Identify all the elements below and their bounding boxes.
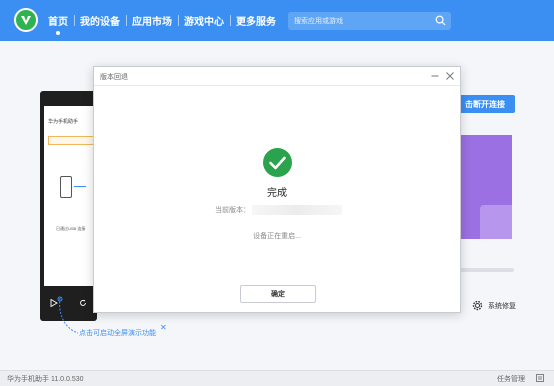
active-indicator <box>56 31 60 35</box>
ok-label: 确定 <box>271 291 285 298</box>
version-text: 华为手机助手 11.0.0.530 <box>7 376 84 383</box>
hint-close-icon[interactable]: ✕ <box>160 323 167 332</box>
leaf-logo-icon <box>21 16 31 25</box>
phone-arrow <box>74 186 86 187</box>
current-version-value <box>252 205 342 215</box>
nav-game-center[interactable]: 游戏中心 <box>178 0 230 41</box>
phone-brand-text: 华为手机助手 <box>48 119 79 125</box>
dialog-titlebar: 版本回退 <box>94 67 460 86</box>
system-repair-button[interactable]: 系统修复 <box>472 300 516 311</box>
task-manager-icon[interactable] <box>536 374 544 382</box>
nav-home-label: 首页 <box>48 17 68 28</box>
task-manager-link[interactable]: 任务管理 <box>497 374 525 384</box>
promo-card-graphic <box>480 205 512 239</box>
success-check-icon <box>263 148 292 177</box>
dialog-title: 版本回退 <box>100 74 128 81</box>
phone-connection-text: 已通过USB 连接 <box>56 226 86 231</box>
nav-my-devices[interactable]: 我的设备 <box>74 0 126 41</box>
hint-text: 点击可启动全屏演示功能 <box>79 330 156 337</box>
main-nav: 首页 我的设备 应用市场 游戏中心 更多服务 <box>42 0 282 41</box>
promo-card[interactable] <box>460 135 512 239</box>
nav-home[interactable]: 首页 <box>42 0 74 41</box>
top-bar: 首页 我的设备 应用市场 游戏中心 更多服务 搜索应用或游戏 <box>0 0 554 41</box>
gear-icon <box>472 300 483 311</box>
nav-app-market[interactable]: 应用市场 <box>126 0 178 41</box>
version-rollback-dialog: 版本回退 完成 当前版本： 设备正在重启... 确定 <box>93 66 461 313</box>
phone-screen: 华为手机助手 已通过USB 连接 <box>44 106 97 286</box>
search-placeholder: 搜索应用或游戏 <box>294 18 343 25</box>
search-icon[interactable] <box>435 15 446 26</box>
nav-game-center-label: 游戏中心 <box>184 17 224 28</box>
nav-app-market-label: 应用市场 <box>132 17 172 28</box>
current-version-label: 当前版本： <box>215 207 250 214</box>
nav-more-services-label: 更多服务 <box>236 17 276 28</box>
search-input[interactable]: 搜索应用或游戏 <box>288 12 451 30</box>
status-title: 完成 <box>267 188 287 199</box>
nav-more-services[interactable]: 更多服务 <box>230 0 282 41</box>
nav-my-devices-label: 我的设备 <box>80 17 120 28</box>
system-repair-label: 系统修复 <box>488 302 516 310</box>
status-bar: 华为手机助手 11.0.0.530 任务管理 <box>0 370 554 386</box>
ok-button[interactable]: 确定 <box>240 285 316 303</box>
phone-warning-banner <box>48 136 96 145</box>
disconnect-label: 击断开连接 <box>465 99 505 109</box>
minimize-icon[interactable] <box>429 70 441 82</box>
app-logo[interactable] <box>14 8 38 32</box>
progress-bar <box>460 268 514 272</box>
phone-device-illustration <box>60 176 72 198</box>
restarting-text: 设备正在重启... <box>253 233 301 240</box>
disconnect-button[interactable]: 击断开连接 <box>455 95 515 113</box>
phone-preview: 华为手机助手 已通过USB 连接 <box>40 91 97 321</box>
close-icon[interactable] <box>444 70 456 82</box>
